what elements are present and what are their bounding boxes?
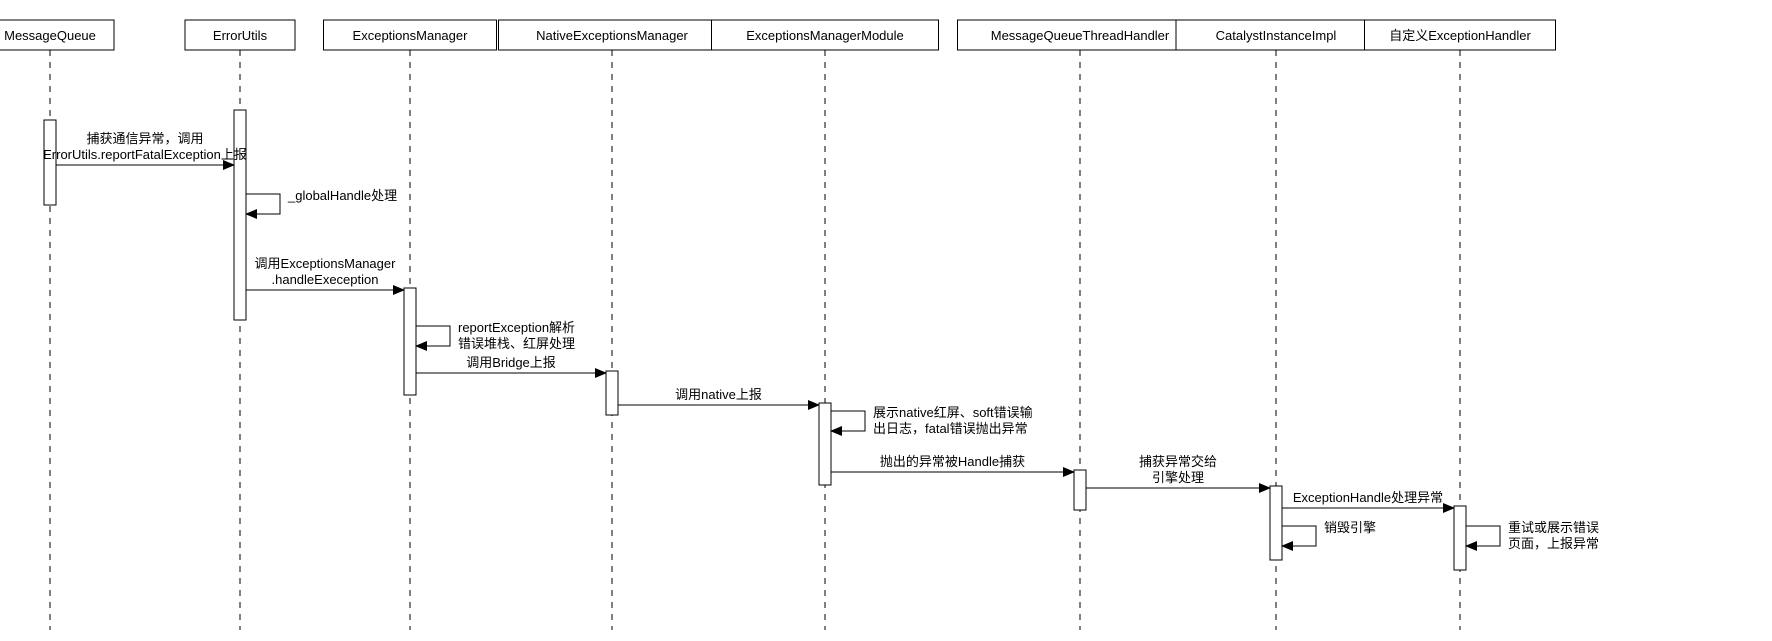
self-message bbox=[1282, 526, 1316, 546]
participant-label: MessageQueue bbox=[4, 28, 96, 43]
participant-label: ErrorUtils bbox=[213, 28, 268, 43]
message-label: ErrorUtils.reportFatalException上报 bbox=[43, 147, 247, 162]
message-label: 抛出的异常被Handle捕获 bbox=[880, 454, 1025, 469]
message-label: 页面，上报异常 bbox=[1508, 536, 1599, 551]
participant-label: CatalystInstanceImpl bbox=[1216, 28, 1337, 43]
message-label: 调用Bridge上报 bbox=[466, 355, 556, 370]
self-message bbox=[1466, 526, 1500, 546]
message-label: 捕获异常交给 bbox=[1139, 454, 1217, 469]
message-label: 重试或展示错误 bbox=[1508, 520, 1599, 535]
message-label: reportException解析 bbox=[458, 320, 575, 335]
message-label: 展示native红屏、soft错误输 bbox=[873, 405, 1033, 420]
activation-bar bbox=[819, 403, 831, 485]
activation-bar bbox=[234, 110, 246, 320]
self-message bbox=[416, 326, 450, 346]
participant-label: NativeExceptionsManager bbox=[536, 28, 688, 43]
message-label: .handleExeception bbox=[272, 272, 379, 287]
self-message bbox=[246, 194, 280, 214]
activation-bar bbox=[44, 120, 56, 205]
activation-bar bbox=[1074, 470, 1086, 510]
activation-bar bbox=[1454, 506, 1466, 570]
self-message bbox=[831, 411, 865, 431]
message-label: ExceptionHandle处理异常 bbox=[1293, 490, 1443, 505]
participant-label: MessageQueueThreadHandler bbox=[991, 28, 1170, 43]
message-label: _globalHandle处理 bbox=[287, 188, 397, 203]
message-label: 销毁引擎 bbox=[1324, 520, 1376, 535]
sequence-diagram: MessageQueue ErrorUtils ExceptionsManager N… bbox=[0, 0, 1772, 641]
message-label: 捕获通信异常，调用 bbox=[86, 131, 203, 146]
message-label: 调用native上报 bbox=[675, 387, 762, 402]
activation-bar bbox=[606, 371, 618, 415]
participant-label: ExceptionsManagerModule bbox=[746, 28, 904, 43]
message-label: 错误堆栈、红屏处理 bbox=[458, 336, 575, 351]
message-label: 调用ExceptionsManager bbox=[255, 256, 397, 271]
participant-label: 自定义ExceptionHandler bbox=[1389, 28, 1531, 43]
activation-bar bbox=[404, 288, 416, 395]
message-label: 出日志，fatal错误抛出异常 bbox=[873, 421, 1028, 436]
activation-bar bbox=[1270, 486, 1282, 560]
message-label: 引擎处理 bbox=[1152, 470, 1204, 485]
participant-label: ExceptionsManager bbox=[353, 28, 469, 43]
